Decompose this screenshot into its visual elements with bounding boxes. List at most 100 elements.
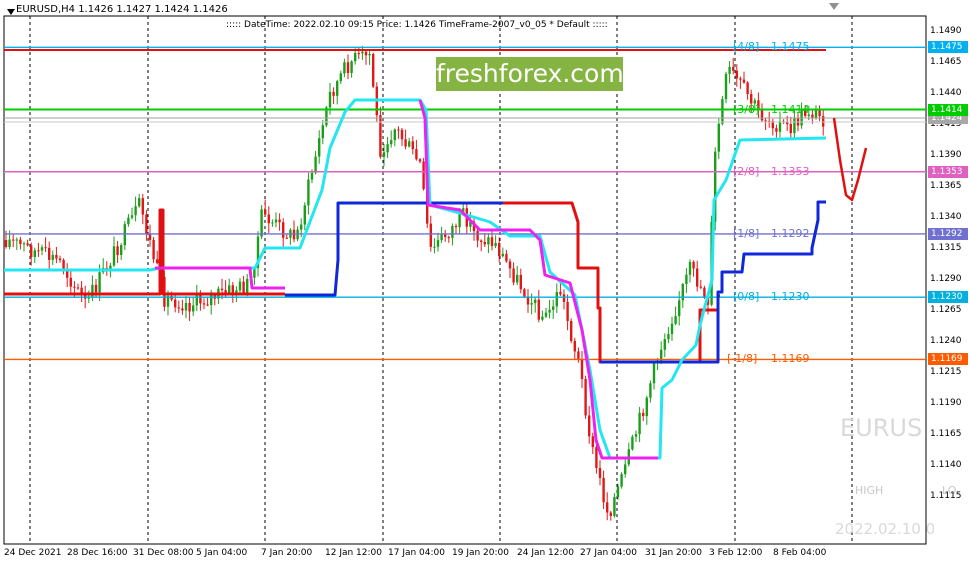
price-tick-label: 1.1165 xyxy=(930,429,962,439)
candle-body-88 xyxy=(321,125,324,139)
candle-body-39 xyxy=(145,214,148,234)
candle-body-49 xyxy=(181,308,184,311)
candle-body-47 xyxy=(174,299,177,308)
candle-body-152 xyxy=(552,306,555,310)
time-tick-label: 31 Jan 20:00 xyxy=(645,548,702,558)
dropdown-arrow-icon[interactable] xyxy=(7,9,15,15)
candle-body-204 xyxy=(739,78,742,80)
price-tick-label: 1.1465 xyxy=(930,57,962,67)
candle-body-140 xyxy=(508,261,512,269)
candle-body-179 xyxy=(649,383,652,398)
candle-body-193 xyxy=(699,286,702,288)
candle-body-62 xyxy=(228,285,231,293)
candle-body-210 xyxy=(760,110,764,121)
murrey-level-label: [2/8] xyxy=(733,164,760,178)
candle-body-9 xyxy=(37,250,40,252)
candle-body-186 xyxy=(674,316,677,324)
candle-body-189 xyxy=(685,274,688,285)
candle-body-148 xyxy=(537,299,540,320)
chart-window[interactable]: EURUSD,H4 1.1426 1.1427 1.1424 1.1426 ::… xyxy=(0,0,970,568)
candle-body-98 xyxy=(357,53,360,55)
candle-body-160 xyxy=(580,359,584,380)
candle-body-76 xyxy=(278,219,281,223)
candle-body-109 xyxy=(397,129,400,131)
candle-body-171 xyxy=(620,474,623,487)
time-tick-label: 17 Jan 04:00 xyxy=(388,548,445,558)
candle-body-143 xyxy=(519,274,522,290)
candle-body-138 xyxy=(501,253,504,257)
candle-body-218 xyxy=(789,124,792,134)
candle-body-13 xyxy=(51,255,54,260)
time-tick-label: 27 Jan 04:00 xyxy=(580,548,637,558)
candle-body-132 xyxy=(480,240,483,242)
murrey-level-value: 1.1475 xyxy=(771,40,810,54)
level-price-tag: 1.1414 xyxy=(928,103,968,116)
level-price-tag: 1.1169 xyxy=(928,353,968,366)
candle-body-178 xyxy=(645,397,648,417)
candle-body-2 xyxy=(12,239,15,241)
candle-body-183 xyxy=(663,339,666,350)
candle-body-86 xyxy=(314,156,317,173)
candle-body-182 xyxy=(660,349,663,361)
candle-body-10 xyxy=(40,247,44,251)
time-tick-label: 12 Jan 12:00 xyxy=(325,548,382,558)
candle-body-144 xyxy=(523,289,526,297)
candle-body-161 xyxy=(584,379,587,416)
candle-body-4 xyxy=(19,239,22,244)
candle-body-35 xyxy=(130,215,134,218)
candle-body-106 xyxy=(386,144,389,153)
candle-body-202 xyxy=(732,66,735,71)
price-tick-label: 1.1265 xyxy=(930,305,962,315)
candle-body-114 xyxy=(415,149,418,160)
candle-body-131 xyxy=(476,231,479,241)
time-tick-label: 28 Dec 16:00 xyxy=(67,548,128,558)
price-tick-label: 1.1315 xyxy=(930,243,962,253)
candle-body-53 xyxy=(195,294,198,306)
murrey-level-value: 1.1230 xyxy=(771,290,810,304)
red-step-line xyxy=(4,208,285,296)
time-tick-label: 5 Jan 04:00 xyxy=(196,548,248,558)
candle-body-92 xyxy=(336,81,339,96)
candle-body-134 xyxy=(487,237,490,245)
time-tick-label: 19 Jan 20:00 xyxy=(452,548,509,558)
murrey-level-label: [0/8] xyxy=(733,290,760,304)
murrey-level-value: 1.1292 xyxy=(771,226,810,240)
candle-body-18 xyxy=(69,277,72,287)
candle-body-184 xyxy=(667,334,670,340)
candle-body-94 xyxy=(343,62,346,74)
candle-body-112 xyxy=(408,141,411,147)
candle-body-136 xyxy=(494,242,497,247)
candle-body-41 xyxy=(152,239,155,260)
murrey-level-value: 1.1353 xyxy=(771,164,810,178)
time-tick-label: 31 Dec 08:00 xyxy=(133,548,194,558)
candle-body-215 xyxy=(778,121,782,132)
candle-body-200 xyxy=(724,73,728,100)
candle-body-206 xyxy=(746,82,749,95)
candle-body-187 xyxy=(678,300,681,317)
candle-body-118 xyxy=(429,223,432,247)
candle-body-226 xyxy=(818,109,821,117)
candle-body-115 xyxy=(418,159,422,162)
candle-body-199 xyxy=(721,99,724,124)
candle-body-20 xyxy=(76,287,80,289)
candle-body-67 xyxy=(246,278,249,294)
candle-body-34 xyxy=(127,217,130,225)
candle-body-120 xyxy=(436,240,440,247)
watermark-logo: freshforex.com xyxy=(436,57,624,91)
candle-body-147 xyxy=(534,299,537,304)
candle-body-25 xyxy=(94,284,98,293)
candle-body-73 xyxy=(267,214,270,224)
candle-body-30 xyxy=(112,246,116,266)
murrey-level-value: 1.1414 xyxy=(771,102,810,116)
shift-marker-icon[interactable] xyxy=(829,3,839,10)
plot-frame xyxy=(3,15,927,545)
candle-body-36 xyxy=(134,206,137,216)
candle-body-95 xyxy=(346,62,350,73)
candle-body-137 xyxy=(498,242,501,257)
candle-body-3 xyxy=(15,239,18,241)
candle-body-205 xyxy=(742,79,746,83)
price-tick-label: 1.1115 xyxy=(930,491,962,501)
candle-body-194 xyxy=(703,287,706,298)
candle-body-15 xyxy=(58,258,62,261)
candle-body-105 xyxy=(382,152,386,157)
